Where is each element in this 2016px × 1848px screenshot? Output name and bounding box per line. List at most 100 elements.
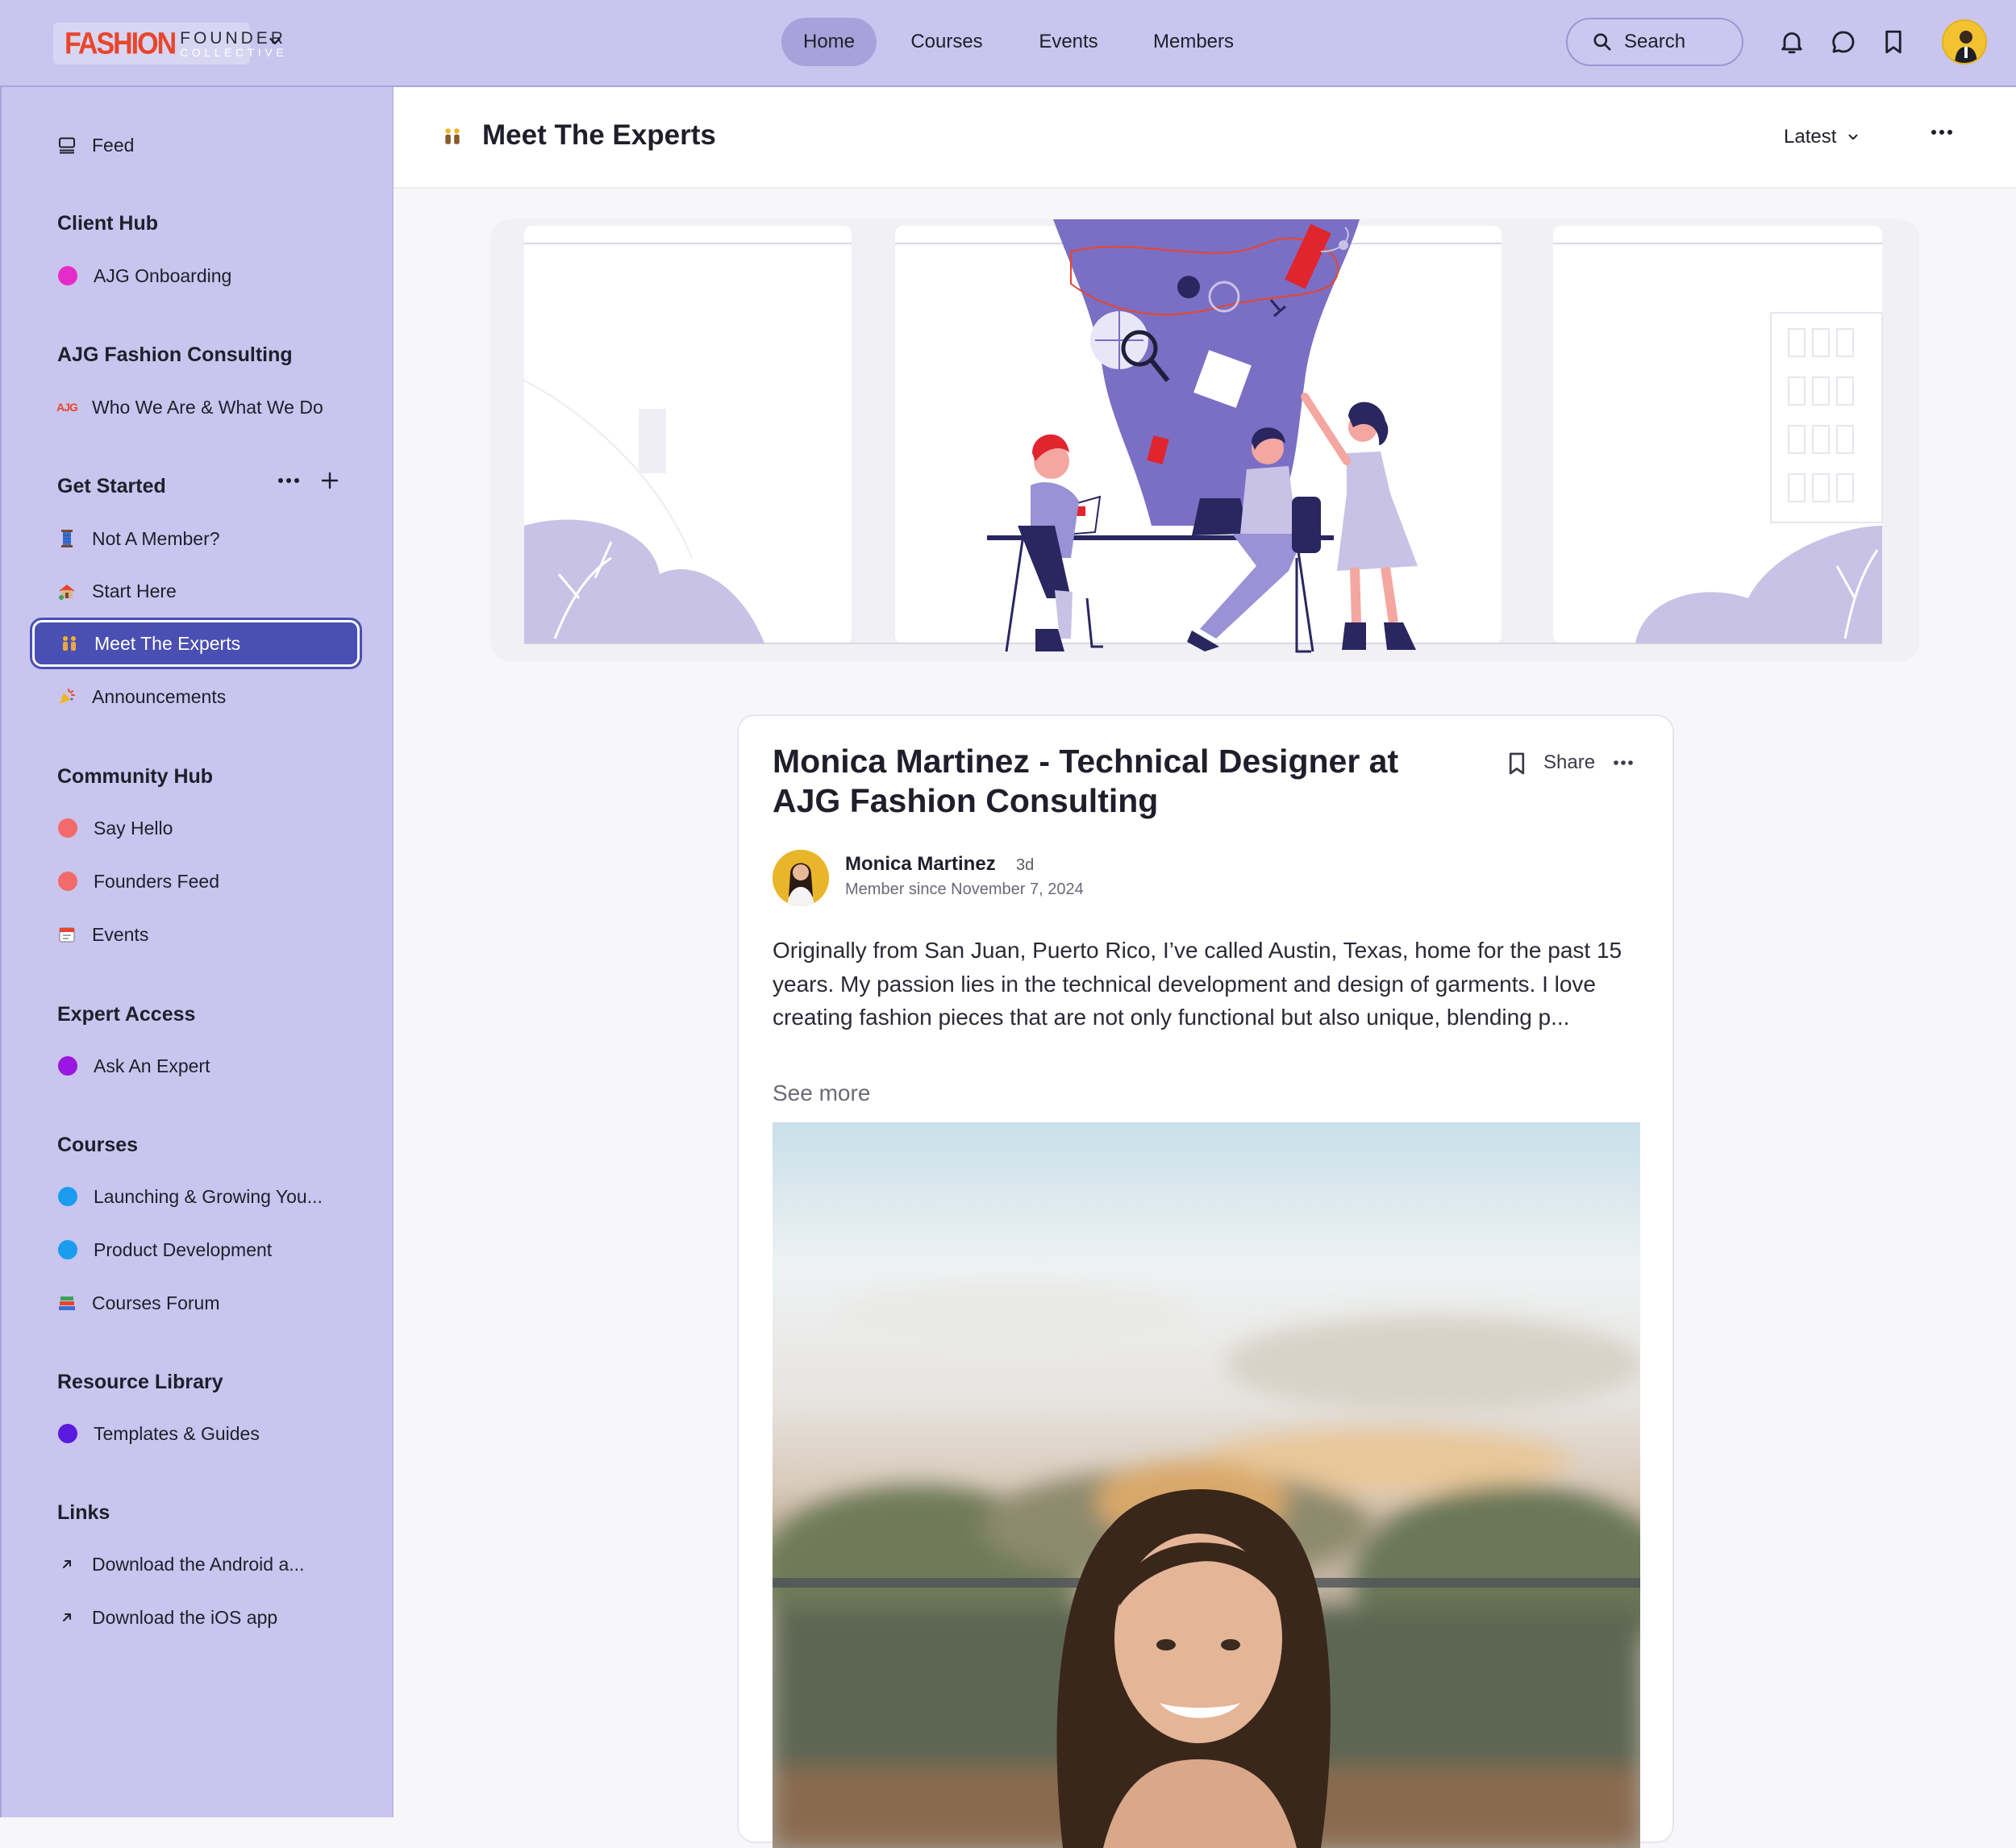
sidebar-item-templates-guides[interactable]: Templates & Guides — [32, 1410, 360, 1457]
sidebar-item-label: Feed — [92, 134, 135, 156]
sidebar-item-launching-growing[interactable]: Launching & Growing You... — [32, 1173, 360, 1220]
section-heading-courses[interactable]: Courses — [57, 1134, 138, 1157]
bookmark-icon[interactable] — [1879, 27, 1908, 56]
post-card: Monica Martinez - Technical Designer at … — [737, 714, 1674, 1848]
people-icon — [442, 126, 463, 152]
post-photo-image — [773, 1122, 1640, 1848]
sidebar-item-label: Events — [92, 923, 149, 945]
share-button[interactable]: Share — [1543, 751, 1595, 774]
people-icon — [59, 633, 80, 654]
user-avatar-image — [1943, 21, 1985, 63]
sidebar-item-ask-an-expert[interactable]: Ask An Expert — [32, 1043, 360, 1089]
search-icon — [1593, 33, 1611, 51]
sidebar-item-label: Meet The Experts — [94, 632, 241, 654]
nav-home[interactable]: Home — [781, 18, 877, 66]
party-popper-icon — [56, 686, 77, 707]
search-label: Search — [1624, 31, 1686, 52]
search-button[interactable]: Search — [1566, 18, 1743, 66]
sidebar-item-label: Founders Feed — [94, 870, 219, 892]
sidebar-item-product-development[interactable]: Product Development — [32, 1226, 360, 1273]
section-heading-community-hub[interactable]: Community Hub — [57, 765, 213, 789]
sidebar-item-start-here[interactable]: Start Here — [32, 568, 360, 614]
sidebar-item-label: Ask An Expert — [94, 1055, 210, 1076]
sidebar-item-label: Who We Are & What We Do — [92, 396, 323, 418]
section-heading-ajg[interactable]: AJG Fashion Consulting — [57, 343, 293, 367]
post-timestamp: 3d — [1016, 856, 1035, 874]
ellipsis-icon[interactable] — [277, 477, 300, 484]
sidebar-item-label: Launching & Growing You... — [94, 1185, 323, 1207]
top-bar: FASHION FOUNDER COLLECTIVE Home Courses … — [0, 0, 2016, 87]
sidebar-item-label: Not A Member? — [92, 527, 220, 549]
section-heading-client-hub[interactable]: Client Hub — [57, 212, 158, 235]
plus-icon[interactable] — [321, 472, 339, 489]
channel-dot-icon — [58, 1056, 77, 1076]
external-link-icon — [56, 1607, 77, 1628]
ellipsis-icon[interactable] — [1931, 129, 1953, 135]
section-actions — [277, 472, 339, 489]
calendar-icon — [56, 924, 77, 945]
author-avatar-image — [773, 850, 829, 906]
feed-icon — [56, 135, 77, 156]
sidebar-item-meet-the-experts[interactable]: Meet The Experts — [32, 620, 360, 667]
member-since: Member since November 7, 2024 — [845, 880, 1084, 898]
brand-logo[interactable]: FASHION FOUNDER COLLECTIVE — [53, 23, 284, 65]
chevron-down-icon — [1848, 134, 1858, 140]
post-image[interactable] — [773, 1122, 1640, 1848]
sort-dropdown[interactable]: Latest — [1784, 126, 1860, 148]
sidebar-item-label: Templates & Guides — [94, 1422, 260, 1444]
section-heading-expert-access[interactable]: Expert Access — [57, 1003, 195, 1026]
external-link-icon — [56, 1554, 77, 1575]
channel-dot-icon — [58, 1187, 77, 1206]
sidebar-item-ajg-onboarding[interactable]: AJG Onboarding — [32, 252, 360, 299]
sidebar-item-label: Download the Android a... — [92, 1553, 305, 1575]
nav-members[interactable]: Members — [1140, 18, 1247, 66]
section-heading-get-started[interactable]: Get Started — [57, 475, 166, 498]
sidebar-item-label: Say Hello — [94, 817, 173, 839]
section-heading-resource-library[interactable]: Resource Library — [57, 1371, 223, 1394]
bookmark-icon[interactable] — [1503, 750, 1531, 777]
post-body: Originally from San Juan, Puerto Rico, I… — [773, 938, 1622, 1030]
books-icon — [56, 1292, 77, 1313]
nav-courses[interactable]: Courses — [894, 18, 999, 66]
see-more-link[interactable]: See more — [773, 1080, 870, 1106]
banner-illustration — [523, 219, 1883, 653]
channel-dot-icon — [58, 1240, 77, 1259]
channel-dot-icon — [58, 1424, 77, 1443]
author-avatar[interactable] — [773, 850, 829, 906]
sidebar-item-announcements[interactable]: Announcements — [32, 673, 360, 720]
sidebar-item-who-we-are[interactable]: AJG Who We Are & What We Do — [32, 384, 360, 431]
chat-icon[interactable] — [1829, 27, 1858, 56]
sidebar-item-label: Download the iOS app — [92, 1606, 278, 1628]
channel-dot-icon — [58, 818, 77, 838]
user-avatar[interactable] — [1942, 19, 1987, 65]
section-heading-links[interactable]: Links — [57, 1501, 110, 1525]
channel-dot-icon — [58, 266, 77, 285]
sidebar-item-events[interactable]: Events — [32, 911, 360, 958]
sidebar-item-courses-forum[interactable]: Courses Forum — [32, 1280, 360, 1326]
ajg-logo-icon: AJG — [56, 401, 78, 414]
bell-icon[interactable] — [1777, 27, 1806, 56]
author-name[interactable]: Monica Martinez — [845, 853, 996, 876]
sidebar-link-android[interactable]: Download the Android a... — [32, 1541, 360, 1588]
logo-wordmark: FASHION — [65, 26, 177, 60]
channel-dot-icon — [58, 872, 77, 891]
sidebar-item-label: Announcements — [92, 685, 227, 707]
space-banner — [490, 219, 1919, 661]
page-title: Meet The Experts — [482, 119, 716, 151]
sidebar-link-ios[interactable]: Download the iOS app — [32, 1594, 360, 1641]
sidebar-item-label: AJG Onboarding — [94, 264, 232, 286]
nav-events[interactable]: Events — [1024, 18, 1113, 66]
sidebar-item-feed[interactable]: Feed — [32, 122, 360, 169]
post-title[interactable]: Monica Martinez - Technical Designer at … — [773, 742, 1434, 821]
ellipsis-icon[interactable] — [1613, 760, 1634, 766]
sidebar-item-founders-feed[interactable]: Founders Feed — [32, 858, 360, 905]
thread-spool-icon — [56, 528, 77, 549]
sidebar-item-label: Product Development — [94, 1238, 273, 1260]
house-icon — [56, 581, 77, 601]
space-header: Meet The Experts Latest — [394, 87, 2016, 189]
sidebar-item-not-a-member[interactable]: Not A Member? — [32, 515, 360, 562]
sidebar-item-say-hello[interactable]: Say Hello — [32, 805, 360, 851]
chevron-down-icon[interactable] — [266, 32, 284, 50]
sidebar-item-label: Start Here — [92, 580, 177, 601]
sort-label: Latest — [1784, 126, 1837, 148]
